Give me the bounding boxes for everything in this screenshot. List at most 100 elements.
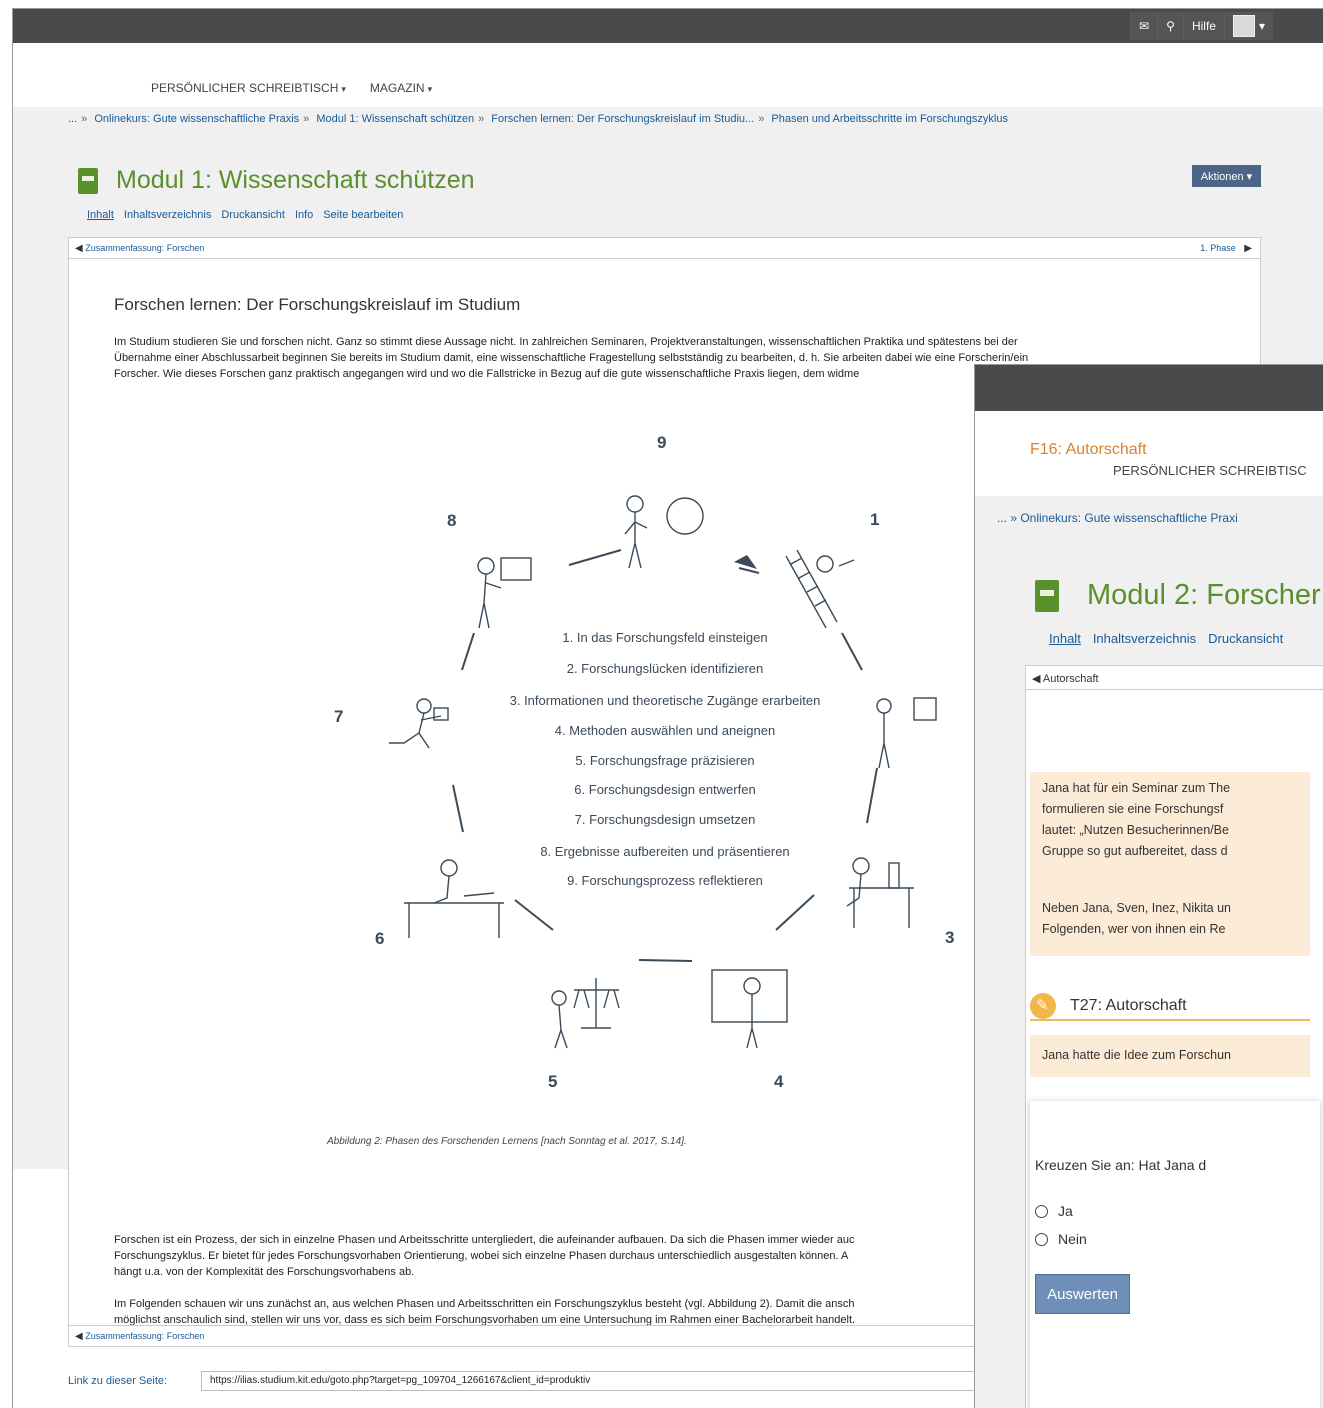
page-title-row-2: Modul 2: Forscher [1035, 579, 1321, 612]
mail-button[interactable]: ✉ [1130, 12, 1158, 40]
desk-figure-icon [404, 859, 504, 938]
step-1: 1. In das Forschungsfeld einsteigen [562, 630, 767, 645]
cycle-number-7: 7 [334, 707, 343, 726]
radio-button[interactable] [1035, 1232, 1048, 1246]
top-bar: ✉ ⚲ Hilfe ▾ [13, 9, 1323, 43]
text-line: lautet: „Nutzen Besucherinnen/Be [1042, 823, 1229, 837]
nav-personal-desk[interactable]: PERSÖNLICHER SCHREIBTISCH ▾ [151, 81, 346, 95]
step-8: 8. Ergebnisse aufbereiten und präsentier… [540, 844, 789, 859]
nav-magazine-label: MAGAZIN [369, 81, 425, 95]
text-line: Folgenden, wer von ihnen ein Re [1042, 922, 1226, 936]
browser-window-modul-2: PERSÖNLICHER SCHREIBTISC ... » Onlinekur… [974, 364, 1323, 1408]
sub-tabs-2: Inhalt Inhaltsverzeichnis Druckansicht [1049, 631, 1283, 646]
reflect-figure-icon [624, 495, 704, 569]
page-title-2: Modul 2: Forscher [1087, 579, 1321, 611]
step-4: 4. Methoden auswählen und aneignen [555, 723, 775, 738]
step-7: 7. Forschungsdesign umsetzen [575, 812, 756, 827]
tab-print[interactable]: Druckansicht [1208, 631, 1283, 646]
question-text: Kreuzen Sie an: Hat Jana d [1035, 1157, 1207, 1173]
sub-tabs: Inhalt Inhaltsverzeichnis Druckansicht I… [87, 209, 403, 221]
step-2: 2. Forschungslücken identifizieren [567, 661, 764, 676]
step-list: 1. In das Forschungsfeld einsteigen 2. F… [510, 630, 821, 888]
task-heading: T27: Autorschaft [1070, 997, 1187, 1014]
envelope-icon: ✉ [1139, 19, 1150, 33]
nav-personal-desk-2[interactable]: PERSÖNLICHER SCHREIBTISC [1113, 463, 1307, 478]
case-box-continued: Neben Jana, Sven, Inez, Nikita un Folgen… [1030, 886, 1310, 956]
user-menu[interactable]: ▾ [1223, 12, 1273, 40]
scales-figure-icon [551, 978, 620, 1049]
cycle-number-8: 8 [447, 511, 456, 530]
puzzle-figure-icon [876, 697, 937, 769]
tab-edit-page[interactable]: Seite bearbeiten [323, 209, 403, 221]
breadcrumb-course[interactable]: Onlinekurs: Gute wissenschaftliche Praxi… [94, 113, 299, 125]
nav-personal-desk-label: PERSÖNLICHER SCHREIBTISCH [151, 81, 339, 95]
cycle-number-5: 5 [548, 1072, 557, 1091]
main-nav: PERSÖNLICHER SCHREIBTISCH ▾ MAGAZIN ▾ [151, 81, 432, 95]
prev-page-link[interactable]: ◀ Autorschaft [1032, 672, 1099, 685]
text-line: Jana hatte die Idee zum Forschun [1042, 1048, 1232, 1062]
actions-button[interactable]: Aktionen ▾ [1192, 165, 1261, 187]
case-heading: F16: Autorschaft [1030, 441, 1147, 458]
tab-print[interactable]: Druckansicht [221, 209, 285, 221]
prev-page-label: Zusammenfassung: Forschen [85, 1331, 205, 1341]
text-line: formulieren sie eine Forschungsf [1042, 802, 1224, 816]
breadcrumb: ... » Onlinekurs: Gute wissenschaftliche … [68, 113, 1008, 125]
cycle-number-1: 1 [870, 510, 879, 529]
presentation-figure-icon [477, 557, 532, 629]
text-line: Gruppe so gut aufbereitet, dass d [1042, 844, 1228, 858]
cycle-number-9: 9 [657, 433, 666, 452]
step-6: 6. Forschungsdesign entwerfen [574, 782, 755, 797]
breadcrumb-separator: » [758, 113, 765, 125]
option-label: Ja [1058, 1203, 1073, 1219]
arrow-icon [734, 555, 757, 569]
evaluate-button[interactable]: Auswerten [1035, 1274, 1130, 1314]
search-button[interactable]: ⚲ [1157, 12, 1183, 40]
triangle-left-icon: ◀ [75, 1331, 83, 1342]
page-title: Modul 1: Wissenschaft schützen [116, 166, 475, 194]
prev-page-link-bottom[interactable]: ◀ Zusammenfassung: Forschen [75, 1331, 204, 1342]
caret-down-icon: ▾ [1258, 19, 1265, 33]
cycle-number-4: 4 [774, 1072, 784, 1091]
tab-toc[interactable]: Inhaltsverzeichnis [1093, 631, 1196, 646]
desk-computer-figure-icon [846, 857, 914, 928]
page-title-row: Modul 1: Wissenschaft schützen [78, 166, 475, 195]
search-icon: ⚲ [1166, 19, 1175, 33]
breadcrumb-separator: » [303, 113, 310, 125]
breadcrumb-ellipsis[interactable]: ... [68, 113, 77, 125]
text-line: Neben Jana, Sven, Inez, Nikita un [1042, 901, 1232, 915]
avatar [1232, 15, 1255, 37]
case-box: Jana hat für ein Seminar zum The formuli… [1030, 772, 1310, 886]
step-5: 5. Forschungsfrage präzisieren [575, 753, 754, 768]
radio-button[interactable] [1035, 1204, 1048, 1218]
breadcrumb-separator: » [81, 113, 88, 125]
help-button[interactable]: Hilfe [1182, 12, 1224, 40]
clapperboard-figure-icon [389, 698, 449, 749]
tab-content[interactable]: Inhalt [87, 209, 114, 221]
ladder-figure-icon [785, 549, 855, 629]
book-icon [1035, 579, 1059, 612]
option-nein[interactable]: Nein [1035, 1231, 1087, 1247]
caret-down-icon: ▾ [341, 84, 346, 94]
top-bar-2 [975, 365, 1323, 411]
whiteboard-figure-icon [711, 969, 788, 1049]
breadcrumb-page[interactable]: Phasen und Arbeitsschritte im Forschungs… [771, 113, 1008, 125]
breadcrumb-module[interactable]: Modul 1: Wissenschaft schützen [316, 113, 474, 125]
phase-illustrations [389, 495, 937, 1049]
task-heading-row: T27: Autorschaft [1030, 993, 1310, 1021]
cycle-number-3: 3 [945, 928, 954, 947]
breadcrumb-chapter[interactable]: Forschen lernen: Der Forschungskreislauf… [491, 113, 754, 125]
option-label: Nein [1058, 1231, 1087, 1247]
step-9: 9. Forschungsprozess reflektieren [567, 873, 763, 888]
option-ja[interactable]: Ja [1035, 1203, 1073, 1219]
nav-magazine[interactable]: MAGAZIN ▾ [370, 81, 432, 95]
breadcrumb-2[interactable]: ... » Onlinekurs: Gute wissenschaftliche… [997, 511, 1238, 525]
tab-content[interactable]: Inhalt [1049, 631, 1081, 646]
cycle-number-6: 6 [375, 929, 384, 948]
tab-info[interactable]: Info [295, 209, 313, 221]
prev-page-label: Autorschaft [1042, 673, 1099, 685]
permalink-field[interactable]: https://ilias.studium.kit.edu/goto.php?t… [201, 1371, 1001, 1391]
figure-caption: Abbildung 2: Phasen des Forschenden Lern… [327, 1136, 687, 1147]
caret-down-icon: ▾ [427, 84, 433, 94]
triangle-left-icon: ◀ [1032, 673, 1041, 685]
tab-toc[interactable]: Inhaltsverzeichnis [124, 209, 211, 221]
